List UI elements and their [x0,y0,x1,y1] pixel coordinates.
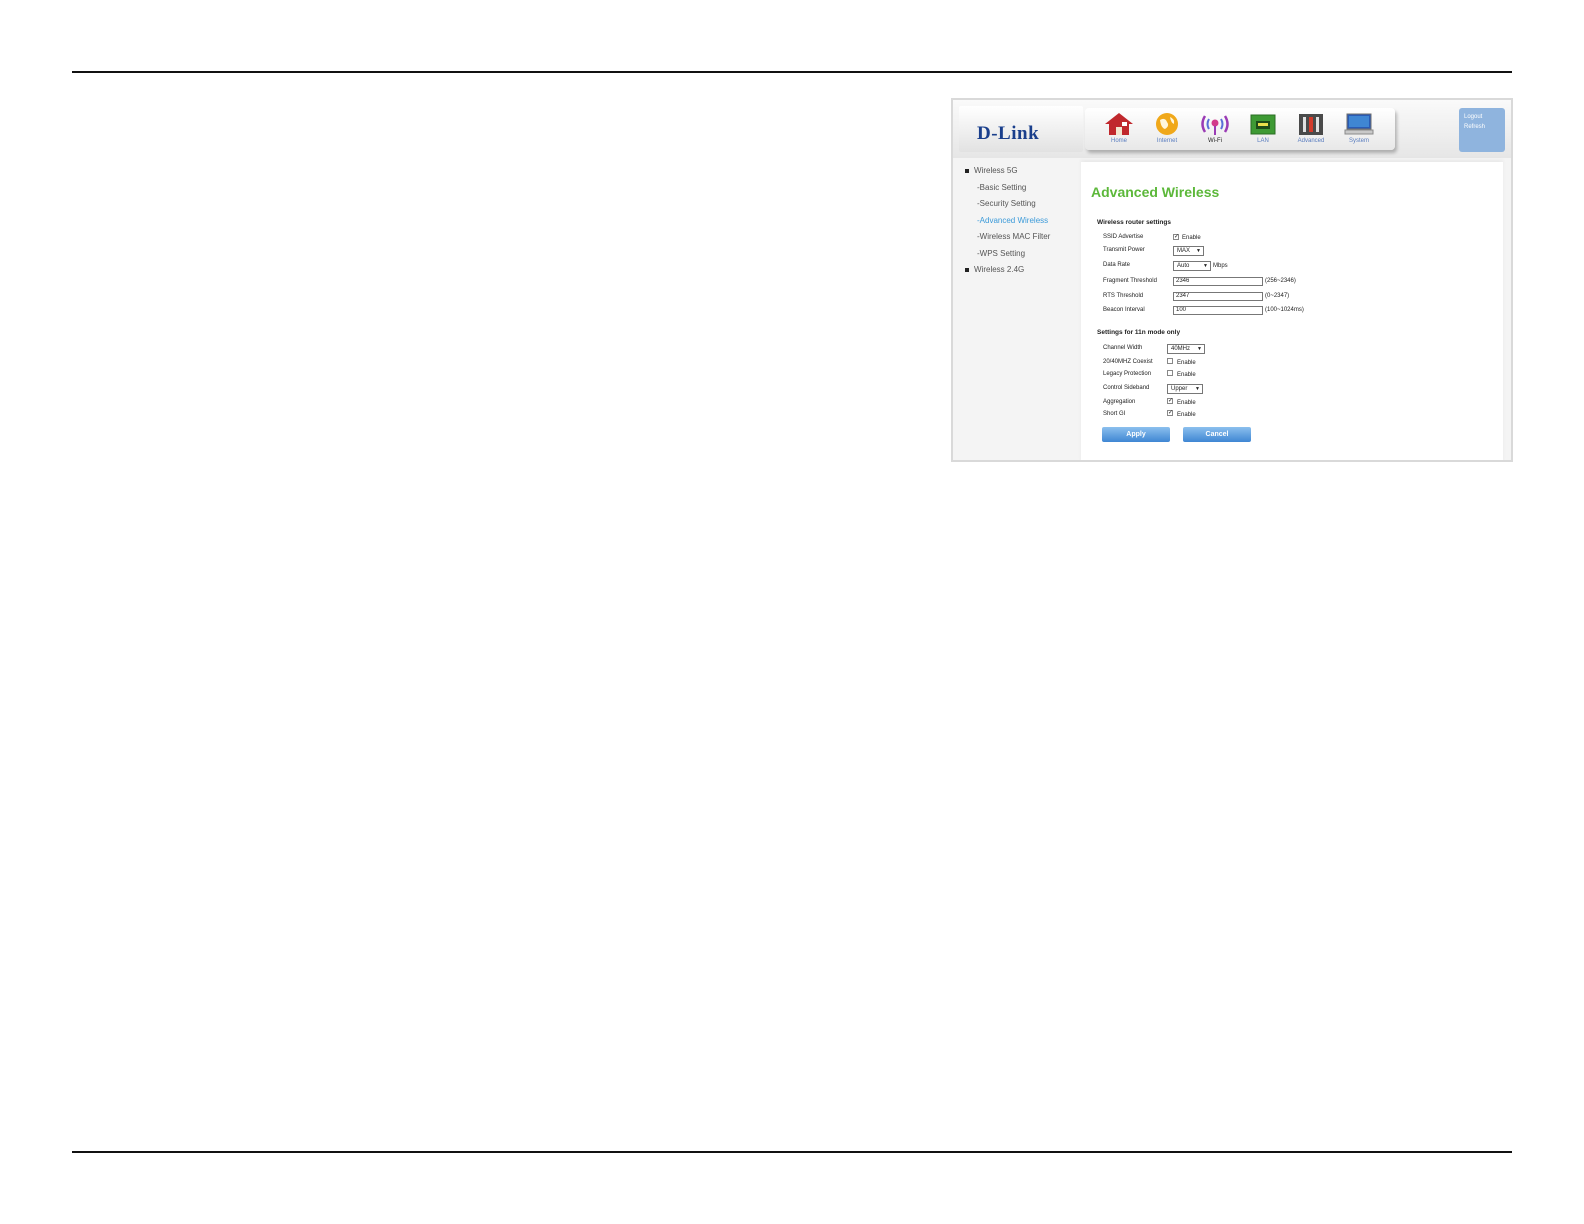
logo-panel: D-Link [959,106,1083,152]
tools-icon [1299,114,1323,135]
data-rate-unit: Mbps [1213,263,1228,269]
nav-wifi[interactable]: Wi-Fi [1193,110,1237,150]
data-rate-label: Data Rate [1103,262,1131,268]
dropdown-arrow-icon: ▼ [1196,248,1201,254]
rts-threshold-range: (0~2347) [1265,293,1290,299]
sidebar-group-wireless-2-4g[interactable]: Wireless 2.4G [965,265,1024,274]
channel-width-value: 40MHz [1171,346,1191,352]
legacy-enable-text: Enable [1177,372,1196,378]
apply-button[interactable]: Apply [1102,427,1170,442]
nav-system[interactable]: System [1337,110,1381,150]
beacon-interval-range: (100~1024ms) [1265,307,1304,313]
page-top-rule [72,71,1512,73]
beacon-interval-label: Beacon Interval [1103,307,1145,313]
fragment-threshold-input[interactable] [1173,277,1263,286]
data-rate-select[interactable]: Auto ▼ [1173,261,1211,271]
wifi-icon [1201,115,1229,135]
nav-home-label: Home [1110,138,1127,144]
coexist-checkbox[interactable] [1167,358,1173,364]
legacy-protection-label: Legacy Protection [1103,371,1152,377]
nav-advanced[interactable]: Advanced [1289,110,1333,150]
dlink-logo: D-Link [977,123,1040,144]
aggregation-checkbox[interactable]: ✓ [1167,398,1173,404]
monitor-icon [1344,113,1374,135]
legacy-protection-checkbox[interactable] [1167,370,1173,376]
logout-link[interactable]: Logout [1459,108,1505,120]
fragment-threshold-label: Fragment Threshold [1103,278,1157,284]
coexist-label: 20/40MHZ Coexist [1103,359,1153,365]
sidebar-group-wireless-5g[interactable]: Wireless 5G [965,166,1018,175]
channel-width-label: Channel Width [1103,345,1143,351]
beacon-interval-input[interactable] [1173,306,1263,315]
rts-threshold-label: RTS Threshold [1103,293,1144,299]
nav-lan[interactable]: LAN [1241,110,1285,150]
nav-internet-label: Internet [1156,138,1178,144]
short-gi-checkbox[interactable]: ✓ [1167,410,1173,416]
channel-width-select[interactable]: 40MHz ▼ [1167,344,1205,354]
nav-home[interactable]: Home [1097,110,1141,150]
nav-advanced-label: Advanced [1297,138,1325,144]
ssid-enable-text: Enable [1182,235,1201,241]
fragment-threshold-range: (256~2346) [1265,278,1296,284]
sidebar-group-label: Wireless 2.4G [974,265,1025,274]
transmit-power-select[interactable]: MAX ▼ [1173,246,1204,256]
dropdown-arrow-icon: ▼ [1197,346,1202,352]
dropdown-arrow-icon: ▼ [1203,263,1208,269]
top-nav: Home Internet Wi-Fi LAN Advanced System [1085,108,1395,150]
bullet-square-icon [965,168,969,173]
page-title: Advanced Wireless [1091,184,1220,200]
main-content: Advanced Wireless Wireless router settin… [1081,162,1503,460]
control-sideband-select[interactable]: Upper ▼ [1167,384,1203,394]
globe-icon [1156,113,1178,135]
nav-system-label: System [1348,138,1369,144]
page-bottom-rule [72,1151,1512,1153]
nav-wifi-label: Wi-Fi [1208,138,1222,144]
home-icon [1105,113,1133,135]
ssid-advertise-checkbox[interactable]: ✓ [1173,234,1179,240]
data-rate-value: Auto [1177,263,1190,269]
account-panel: Logout Refresh [1459,108,1505,152]
coexist-enable-text: Enable [1177,360,1196,366]
sidebar-item-advanced-wireless[interactable]: -Advanced Wireless [977,216,1048,225]
aggregation-label: Aggregation [1103,399,1136,405]
sidebar: Wireless 5G -Basic Setting -Security Set… [953,162,1081,460]
sidebar-group-label: Wireless 5G [974,166,1018,175]
nav-internet[interactable]: Internet [1145,110,1189,150]
sidebar-item-wireless-mac-filter[interactable]: -Wireless MAC Filter [977,232,1050,241]
sidebar-item-wps-setting[interactable]: -WPS Setting [977,249,1025,258]
transmit-power-label: Transmit Power [1103,247,1145,253]
rts-threshold-input[interactable] [1173,292,1263,301]
section-heading-router: Wireless router settings [1097,219,1171,226]
control-sideband-value: Upper [1171,386,1188,392]
sidebar-item-security-setting[interactable]: -Security Setting [977,199,1036,208]
section-heading-11n: Settings for 11n mode only [1097,329,1181,336]
transmit-power-value: MAX [1177,248,1191,254]
cancel-button[interactable]: Cancel [1183,427,1251,442]
refresh-link[interactable]: Refresh [1459,120,1505,130]
control-sideband-label: Control Sideband [1103,385,1150,391]
ssid-advertise-label: SSID Advertise [1103,234,1144,240]
short-gi-label: Short GI [1103,411,1126,417]
router-ui-screenshot: D-Link Home Internet Wi-Fi LAN Advanced … [951,98,1513,462]
dropdown-arrow-icon: ▼ [1195,386,1200,392]
short-gi-enable-text: Enable [1177,412,1196,418]
bullet-square-icon [965,267,969,272]
lan-port-icon [1250,114,1276,135]
sidebar-item-basic-setting[interactable]: -Basic Setting [977,183,1026,192]
aggregation-enable-text: Enable [1177,400,1196,406]
header-bar: D-Link Home Internet Wi-Fi LAN Advanced … [953,100,1511,158]
nav-lan-label: LAN [1257,138,1269,144]
